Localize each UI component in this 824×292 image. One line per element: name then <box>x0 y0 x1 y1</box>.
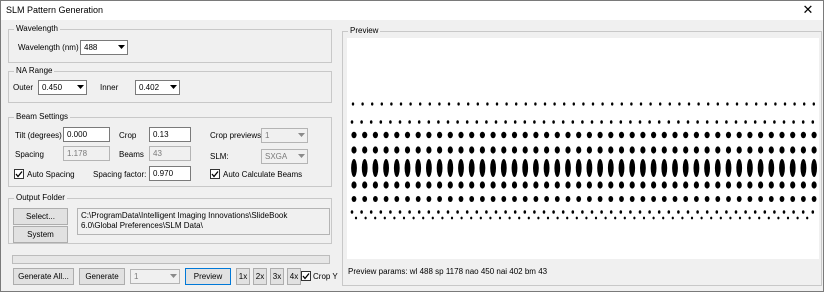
count-select[interactable]: 1 <box>130 269 180 284</box>
chevron-down-icon <box>295 129 307 142</box>
slm-label: SLM: <box>210 152 229 161</box>
preview-params-text: Preview params: wl 488 sp 1178 nao 450 n… <box>348 267 548 276</box>
slm-select[interactable]: SXGA <box>261 149 308 164</box>
output-folder-group-label: Output Folder <box>14 193 67 203</box>
system-folder-button[interactable]: System <box>13 226 68 243</box>
auto-beams-label: Auto Calculate Beams <box>223 170 303 179</box>
checkmark-icon <box>15 171 23 178</box>
title-bar: SLM Pattern Generation ✕ <box>1 1 823 20</box>
slm-select-value: SXGA <box>265 152 288 161</box>
tilt-input[interactable]: 0.000 <box>63 127 110 142</box>
crop-y-label: Crop Y <box>313 272 338 281</box>
beam-settings-group-label: Beam Settings <box>14 112 71 122</box>
na-range-group-label: NA Range <box>14 66 55 76</box>
tilt-label: Tilt (degrees) <box>15 131 62 140</box>
spacing-factor-label: Spacing factor: <box>93 170 147 179</box>
checkmark-icon <box>211 171 219 178</box>
preview-canvas <box>347 38 819 259</box>
wavelength-group: Wavelength Wavelength (nm) 488 <box>8 24 332 63</box>
zoom-3x-button[interactable]: 3x <box>270 268 284 285</box>
generate-all-button[interactable]: Generate All... <box>13 268 74 285</box>
wavelength-group-label: Wavelength <box>14 24 60 34</box>
spacing-label: Spacing <box>15 150 44 159</box>
beams-input[interactable]: 43 <box>149 146 191 161</box>
checkmark-icon <box>302 273 310 280</box>
preview-group-label: Preview <box>348 26 381 36</box>
na-range-group: NA Range Outer 0.450 Inner 0.402 <box>8 66 332 103</box>
slm-pattern-window: SLM Pattern Generation ✕ Wavelength Wave… <box>0 0 824 292</box>
spacing-input[interactable]: 1.178 <box>63 146 110 161</box>
window-title: SLM Pattern Generation <box>6 5 104 15</box>
crop-input[interactable]: 0.13 <box>149 127 191 142</box>
zoom-4x-button[interactable]: 4x <box>287 268 301 285</box>
wavelength-select-value: 488 <box>84 43 98 52</box>
inner-label: Inner <box>100 83 119 92</box>
output-folder-group: Output Folder Select... System C:\Progra… <box>8 193 332 244</box>
progress-bar <box>12 255 330 264</box>
crop-y-checkbox[interactable] <box>301 271 311 281</box>
chevron-down-icon <box>295 150 307 163</box>
beam-settings-group: Beam Settings Tilt (degrees) 0.000 Crop … <box>8 112 332 187</box>
crop-previews-label: Crop previews: <box>210 131 264 140</box>
inner-select-value: 0.402 <box>139 83 160 92</box>
auto-beams-checkbox[interactable] <box>210 169 220 179</box>
wavelength-select[interactable]: 488 <box>80 40 128 55</box>
wavelength-label: Wavelength (nm) <box>18 43 79 52</box>
inner-select[interactable]: 0.402 <box>135 80 180 95</box>
zoom-2x-button[interactable]: 2x <box>253 268 267 285</box>
auto-spacing-label: Auto Spacing <box>27 170 75 179</box>
chevron-down-icon <box>167 270 179 283</box>
slm-pattern-image <box>350 102 817 220</box>
crop-previews-select[interactable]: 1 <box>261 128 308 143</box>
outer-label: Outer <box>13 83 34 92</box>
count-select-value: 1 <box>134 272 139 281</box>
spacing-factor-input[interactable]: 0.970 <box>149 166 191 181</box>
chevron-down-icon <box>74 81 86 94</box>
chevron-down-icon <box>115 41 127 54</box>
outer-select-value: 0.450 <box>42 83 63 92</box>
chevron-down-icon <box>167 81 179 94</box>
auto-spacing-checkbox[interactable] <box>14 169 24 179</box>
output-path-text: C:\ProgramData\Intelligent Imaging Innov… <box>77 208 330 235</box>
zoom-1x-button[interactable]: 1x <box>236 268 250 285</box>
crop-label: Crop <box>119 131 137 140</box>
select-folder-button[interactable]: Select... <box>13 208 68 225</box>
beams-label: Beams <box>119 150 144 159</box>
preview-button[interactable]: Preview <box>185 268 231 285</box>
crop-previews-value: 1 <box>265 131 270 140</box>
close-icon[interactable]: ✕ <box>795 1 821 20</box>
generate-button[interactable]: Generate <box>79 268 125 285</box>
outer-select[interactable]: 0.450 <box>38 80 87 95</box>
